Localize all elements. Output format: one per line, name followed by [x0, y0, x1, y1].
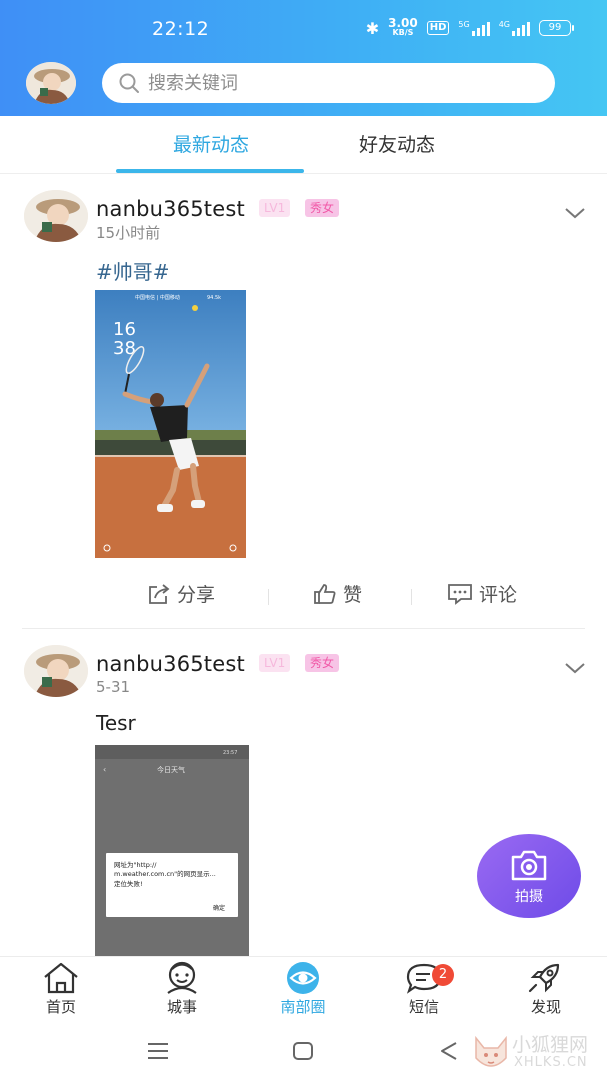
- share-button[interactable]: 分享: [147, 580, 215, 607]
- post-image[interactable]: 中国电信 | 中国移动 94.5k 16 38: [95, 290, 246, 558]
- tab-latest[interactable]: 最新动态: [116, 116, 306, 174]
- post-image[interactable]: 23:57 ‹ 今日天气 网址为"http:// m.weather.com.c…: [95, 745, 249, 956]
- share-icon: [149, 583, 170, 604]
- status-time: 22:12: [152, 18, 210, 40]
- chevron-down-icon[interactable]: [564, 662, 586, 674]
- post-actions: 分享 赞 评论: [0, 580, 607, 616]
- like-label: 赞: [343, 584, 363, 606]
- post-username[interactable]: nanbu365test: [96, 652, 245, 676]
- image-screen-title: 今日天气: [157, 765, 185, 774]
- post-avatar[interactable]: [24, 645, 88, 697]
- share-label: 分享: [177, 584, 216, 606]
- comment-label: 评论: [479, 584, 518, 606]
- rocket-icon: [528, 963, 560, 993]
- thumbs-up-icon: [314, 583, 336, 604]
- svg-text:‹: ‹: [103, 765, 106, 774]
- menu-icon[interactable]: [146, 1040, 170, 1062]
- image-dialog-line1: 网址为"http://: [114, 860, 157, 869]
- circle-eye-icon: [287, 962, 319, 994]
- nav-messages-label: 短信: [408, 998, 439, 1016]
- search-input[interactable]: [148, 72, 528, 94]
- tab-underline: [116, 169, 304, 173]
- signal-4g-icon: 4G: [499, 20, 530, 36]
- level-badge: LV1: [259, 654, 291, 672]
- signal-5g-icon: 5G: [458, 20, 490, 36]
- home-square-icon[interactable]: [292, 1040, 314, 1062]
- nav-home[interactable]: 首页: [16, 961, 106, 1017]
- nav-discover[interactable]: 发现: [501, 961, 591, 1017]
- back-triangle-icon[interactable]: [438, 1040, 460, 1062]
- fox-logo-icon: [475, 1035, 507, 1067]
- app-header: 22:12 ✱ 3.00 KB/S HD 5G 4G 99: [0, 0, 607, 116]
- app-screen: 22:12 ✱ 3.00 KB/S HD 5G 4G 99 搜索关键词 最新动态…: [0, 0, 607, 1080]
- image-carrier-text: 中国电信 | 中国移动: [135, 294, 180, 301]
- unread-badge: 2: [432, 964, 454, 986]
- hd-icon: HD: [426, 21, 450, 35]
- nav-discover-label: 发现: [530, 998, 561, 1016]
- image-dialog-line2: m.weather.com.cn"的网页显示...: [114, 869, 216, 878]
- chevron-down-icon[interactable]: [564, 207, 586, 219]
- nav-messages[interactable]: 2 短信: [379, 961, 469, 1017]
- bluetooth-icon: ✱: [365, 18, 380, 38]
- action-divider: [268, 589, 269, 605]
- image-dialog-button: 确定: [213, 904, 225, 912]
- user-avatar[interactable]: [26, 62, 76, 104]
- tab-friends[interactable]: 好友动态: [302, 116, 492, 174]
- camera-icon: [511, 850, 547, 881]
- site-watermark: 小狐狸网 XHLKS.CN: [470, 1028, 607, 1080]
- image-clock-hour: 16: [113, 319, 136, 340]
- post-username[interactable]: nanbu365test: [96, 197, 245, 221]
- nav-city-label: 城事: [166, 998, 197, 1016]
- level-badge: LV1: [259, 199, 291, 217]
- nav-nanbu-circle-label: 南部圈: [280, 998, 326, 1016]
- status-bar: 22:12 ✱ 3.00 KB/S HD 5G 4G 99: [0, 14, 607, 46]
- post-avatar[interactable]: [24, 190, 88, 242]
- like-button[interactable]: 赞: [313, 580, 362, 607]
- search-icon: [119, 73, 139, 93]
- nav-nanbu-circle[interactable]: 南部圈: [258, 961, 348, 1017]
- image-status-time: 23:57: [223, 750, 237, 756]
- post-text: Tesr: [96, 711, 136, 735]
- title-badge: 秀女: [305, 654, 340, 672]
- bottom-nav: 首页 城事 南部圈 2 短信 发现: [0, 956, 607, 1024]
- image-status-text: 94.5k: [207, 295, 221, 301]
- comment-button[interactable]: 评论: [447, 580, 517, 607]
- house-icon: [44, 962, 78, 994]
- watermark-site: XHLKS.CN: [514, 1055, 588, 1070]
- network-speed: 3.00 KB/S: [388, 16, 418, 37]
- comment-icon: [448, 583, 472, 605]
- image-dialog-line3: 定位失败!: [114, 879, 143, 888]
- search-bar[interactable]: [102, 63, 555, 103]
- capture-label: 拍摄: [515, 889, 543, 905]
- status-icons: ✱ 3.00 KB/S HD 5G 4G 99: [365, 16, 574, 38]
- battery-icon: 99: [539, 20, 574, 36]
- mascot-icon: [167, 961, 197, 994]
- watermark-title: 小狐狸网: [512, 1034, 589, 1056]
- post-divider: [22, 628, 585, 629]
- post-time: 15小时前: [96, 224, 161, 242]
- post-hashtag[interactable]: #帅哥#: [96, 256, 170, 285]
- action-divider: [411, 589, 412, 605]
- feed-tabs: 最新动态 好友动态: [0, 116, 607, 174]
- capture-button[interactable]: 拍摄: [477, 834, 581, 918]
- title-badge: 秀女: [305, 199, 340, 217]
- nav-home-label: 首页: [45, 998, 76, 1016]
- nav-city[interactable]: 城事: [137, 961, 227, 1017]
- post-time: 5-31: [96, 678, 131, 696]
